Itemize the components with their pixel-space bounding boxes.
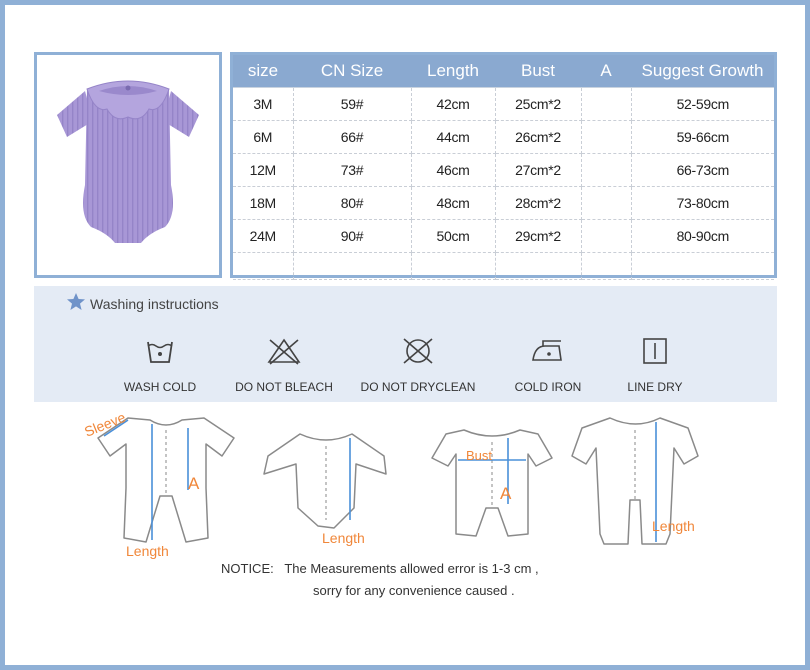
bust-label: Bust [466, 448, 493, 463]
table-row: 18M 80# 48cm 28cm*2 73-80cm [233, 186, 774, 220]
wash-label: COLD IRON [514, 380, 582, 394]
measurement-diagrams [97, 417, 699, 545]
cell-empty [411, 252, 496, 280]
do-not-dryclean-icon [403, 338, 433, 364]
wash-cold-icon [147, 341, 173, 363]
header-bust: Bust [495, 55, 581, 88]
notice-line-2: sorry for any convenience caused . [313, 583, 515, 598]
cell-growth: 59-66cm [631, 120, 774, 154]
table-row: 3M 59# 42cm 25cm*2 52-59cm [233, 87, 774, 121]
product-photo [34, 52, 222, 278]
cell-bust: 26cm*2 [495, 120, 582, 154]
cell-growth: 80-90cm [631, 219, 774, 253]
cell-a [581, 186, 632, 220]
wrap-bodysuit-drawing [263, 433, 387, 529]
header-length: Length [411, 55, 495, 88]
size-table: size CN Size Length Bust A Suggest Growt… [233, 55, 774, 280]
a-label-1: A [188, 474, 200, 493]
cell-growth: 66-73cm [631, 153, 774, 187]
length-label-1: Length [126, 543, 169, 559]
cell-empty [495, 252, 582, 280]
wash-item-wash-cold: WASH COLD [100, 334, 220, 394]
wash-item-line-dry: LINE DRY [595, 334, 715, 394]
wash-label: DO NOT BLEACH [235, 380, 333, 394]
cell-bust: 27cm*2 [495, 153, 582, 187]
header-suggest-growth: Suggest Growth [631, 55, 774, 88]
short-sleeve-romper-drawing [431, 429, 553, 537]
header-size: size [233, 55, 293, 88]
header-a: A [581, 55, 631, 88]
header-cn-size: CN Size [293, 55, 411, 88]
a-label-2: A [500, 484, 512, 503]
cell-length: 48cm [411, 186, 496, 220]
cell-growth: 73-80cm [631, 186, 774, 220]
cell-cn-size: 73# [293, 153, 412, 187]
cell-length: 42cm [411, 87, 496, 121]
cell-bust: 29cm*2 [495, 219, 582, 253]
table-row-empty [233, 252, 774, 280]
washing-instructions-panel: Washing instructions WASH COLD DO NOT BL… [34, 286, 777, 402]
cold-iron-icon [532, 340, 562, 361]
cell-length: 44cm [411, 120, 496, 154]
table-row: 6M 66# 44cm 26cm*2 59-66cm [233, 120, 774, 154]
cell-cn-size: 90# [293, 219, 412, 253]
wash-item-cold-iron: COLD IRON [488, 334, 608, 394]
purple-romper-image [57, 80, 199, 243]
line-dry-icon [643, 338, 667, 364]
table-row: 12M 73# 46cm 27cm*2 66-73cm [233, 153, 774, 187]
notice-line-1: NOTICE: The Measurements allowed error i… [221, 561, 539, 576]
cell-size: 3M [233, 87, 294, 121]
cell-empty [631, 252, 774, 280]
length-label-3: Length [652, 518, 695, 534]
size-table-box: size CN Size Length Bust A Suggest Growt… [230, 52, 777, 280]
cell-size: 24M [233, 219, 294, 253]
wash-label: LINE DRY [627, 380, 683, 394]
star-icon [67, 293, 85, 310]
cell-a [581, 87, 632, 121]
table-header-row: size CN Size Length Bust A Suggest Growt… [233, 55, 774, 88]
wash-item-do-not-bleach: DO NOT BLEACH [224, 334, 344, 394]
wash-label: DO NOT DRYCLEAN [360, 380, 476, 394]
cell-size: 18M [233, 186, 294, 220]
cell-growth: 52-59cm [631, 87, 774, 121]
cell-length: 46cm [411, 153, 496, 187]
cell-cn-size: 66# [293, 120, 412, 154]
washing-title: Washing instructions [90, 296, 219, 312]
cell-a [581, 120, 632, 154]
length-label-2: Length [322, 530, 365, 546]
cell-size: 12M [233, 153, 294, 187]
wash-item-do-not-dryclean: DO NOT DRYCLEAN [358, 334, 478, 394]
cell-cn-size: 80# [293, 186, 412, 220]
cell-bust: 25cm*2 [495, 87, 582, 121]
cell-cn-size: 59# [293, 87, 412, 121]
cell-length: 50cm [411, 219, 496, 253]
do-not-bleach-icon [267, 338, 301, 365]
table-row: 24M 90# 50cm 29cm*2 80-90cm [233, 219, 774, 253]
cell-bust: 28cm*2 [495, 186, 582, 220]
cell-empty [233, 252, 294, 280]
cell-a [581, 219, 632, 253]
cell-a [581, 153, 632, 187]
wash-label: WASH COLD [123, 380, 197, 394]
cell-empty [293, 252, 412, 280]
cell-size: 6M [233, 120, 294, 154]
cell-empty [581, 252, 632, 280]
